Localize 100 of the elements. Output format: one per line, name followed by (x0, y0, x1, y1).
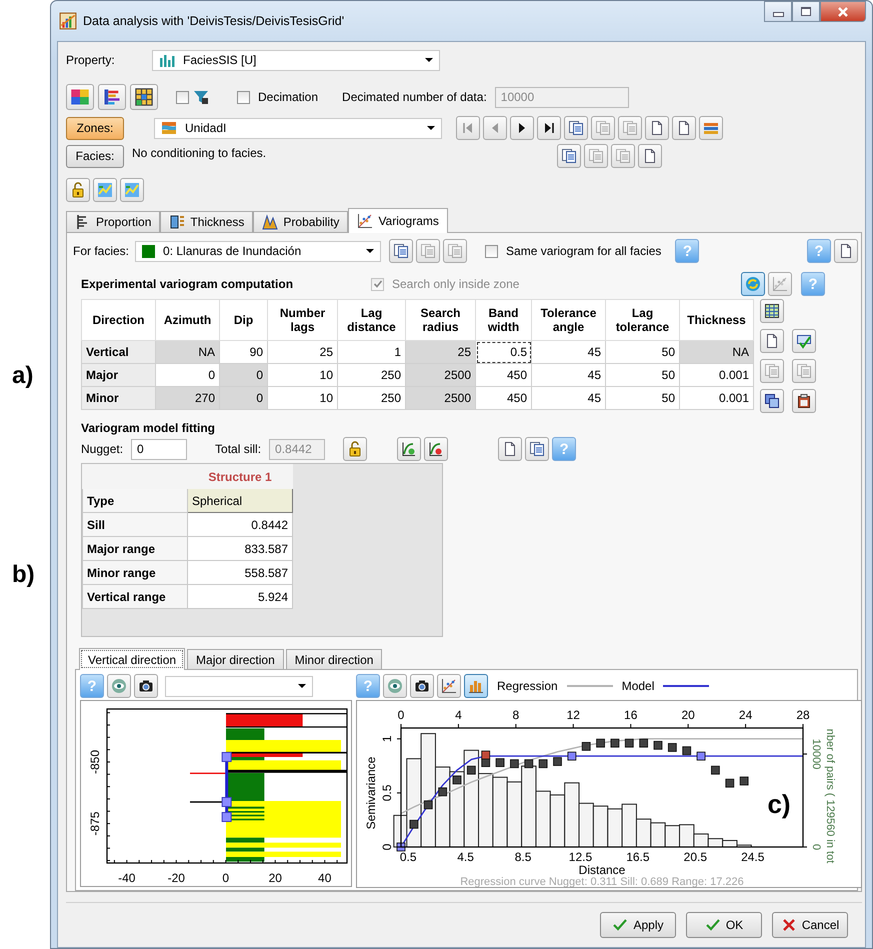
snapshot-button[interactable] (134, 674, 158, 698)
table-cell[interactable]: 45 (532, 340, 606, 364)
validate-button[interactable] (792, 329, 816, 353)
clear-fit-button[interactable] (424, 437, 448, 461)
scatter-button[interactable] (437, 674, 461, 698)
table-cell[interactable]: 0.001 (680, 386, 754, 410)
table-cell[interactable]: 50 (606, 386, 680, 410)
table-cell[interactable]: 1 (338, 340, 406, 364)
table-cell[interactable]: 0 (220, 364, 268, 386)
checkbox[interactable] (237, 90, 250, 104)
table-cell[interactable]: 10 (268, 386, 338, 410)
table-button[interactable] (760, 299, 784, 323)
new-button[interactable] (498, 437, 522, 461)
histogram-bar (492, 776, 508, 848)
histogram-toggle[interactable] (464, 674, 488, 698)
facies-button[interactable] (66, 84, 94, 110)
copy-button[interactable] (525, 437, 550, 461)
table-cell[interactable]: 25 (268, 340, 338, 364)
page-icon (649, 120, 665, 136)
tab[interactable]: Proportion (66, 211, 160, 232)
zones-button[interactable]: Zones: (66, 116, 124, 140)
nugget-field[interactable]: 0 (131, 438, 188, 460)
new-button[interactable] (645, 116, 669, 140)
dialog-button[interactable]: OK (686, 912, 762, 938)
windows-button[interactable] (760, 389, 784, 413)
column-header: Search radius (406, 300, 476, 340)
pages-icon (595, 120, 611, 136)
last-button[interactable] (537, 116, 561, 140)
new-button[interactable] (638, 144, 662, 168)
tick-label: 12 (566, 708, 580, 722)
lock-button[interactable] (66, 178, 90, 202)
maximize-button[interactable] (792, 1, 820, 22)
histogram-bar (607, 808, 623, 848)
layers-button[interactable] (699, 116, 723, 140)
lock-button[interactable] (343, 437, 368, 461)
zone-dropdown[interactable]: UnidadI (154, 118, 442, 138)
property-dropdown[interactable]: FaciesSIS [U] (152, 50, 440, 70)
tab[interactable]: Vertical direction (79, 648, 186, 670)
table-cell[interactable]: 90 (220, 340, 268, 364)
tab[interactable]: Major direction (187, 649, 284, 669)
fit-button[interactable] (397, 437, 422, 461)
table-cell[interactable]: 833.587 (188, 536, 292, 560)
tab[interactable]: Variograms (348, 208, 448, 233)
checkbox[interactable] (485, 244, 498, 258)
dialog-button[interactable]: Apply (600, 912, 676, 938)
table-cell[interactable]: 2500 (406, 364, 476, 386)
table-cell[interactable]: 25 (406, 340, 476, 364)
view-button[interactable] (383, 674, 407, 698)
type-cell[interactable]: Spherical (188, 488, 292, 512)
table-cell[interactable]: 0.001 (680, 364, 754, 386)
table-cell[interactable]: 450 (476, 386, 532, 410)
next-button[interactable] (510, 116, 534, 140)
histogram-bar (506, 781, 522, 848)
facies-button[interactable]: Facies: (66, 144, 124, 168)
table-cell[interactable]: 250 (338, 386, 406, 410)
checkbox[interactable] (176, 90, 189, 104)
table-cell[interactable]: 0.5 (476, 340, 532, 364)
table-cell[interactable]: 2500 (406, 386, 476, 410)
tick-label: 0 (398, 708, 404, 722)
snapshot-button[interactable] (410, 674, 434, 698)
table-cell[interactable]: 10 (268, 364, 338, 386)
clipboard-button[interactable] (792, 389, 816, 413)
tick-label: 40 (318, 871, 332, 884)
table-cell[interactable]: 0.8442 (188, 512, 292, 536)
table-cell[interactable]: 450 (476, 364, 532, 386)
refresh-icon (745, 276, 761, 292)
table-cell[interactable]: 270 (156, 386, 220, 410)
copy-button[interactable] (389, 239, 414, 263)
data-point (410, 820, 418, 829)
table-cell[interactable]: 0 (156, 364, 220, 386)
histogram-button[interactable] (98, 84, 126, 110)
view-button[interactable] (107, 674, 131, 698)
table-cell[interactable]: NA (156, 340, 220, 364)
table-cell[interactable]: 0 (220, 386, 268, 410)
table-cell[interactable]: NA (680, 340, 754, 364)
new-button[interactable] (834, 239, 858, 263)
copy-button[interactable] (564, 116, 588, 140)
padlock-icon (347, 441, 364, 457)
tab[interactable]: Minor direction (286, 649, 382, 669)
table-cell[interactable]: 45 (532, 364, 606, 386)
column-header: Dip (220, 300, 268, 340)
table-cell[interactable]: 50 (606, 364, 680, 386)
refresh-button[interactable] (741, 272, 765, 296)
close-button[interactable] (820, 1, 866, 22)
table-cell[interactable]: 45 (532, 386, 606, 410)
table-cell[interactable]: 250 (338, 364, 406, 386)
tab[interactable]: Thickness (160, 211, 254, 232)
table-cell[interactable]: 50 (606, 340, 680, 364)
tick-label: 20.5 (684, 850, 707, 864)
section-title: Variogram model fitting (81, 421, 216, 435)
copy-button[interactable] (557, 144, 581, 168)
grid-button[interactable] (130, 84, 158, 110)
new-button[interactable] (672, 116, 696, 140)
tab[interactable]: Probability (253, 211, 348, 232)
minimize-button[interactable] (764, 1, 792, 22)
table-cell[interactable]: 558.587 (188, 560, 292, 584)
new-button[interactable] (760, 329, 784, 353)
table-cell[interactable]: 5.924 (188, 584, 292, 608)
facies-dropdown[interactable]: 0: Llanuras de Inundación (135, 240, 382, 262)
dialog-button[interactable]: Cancel (772, 912, 848, 938)
